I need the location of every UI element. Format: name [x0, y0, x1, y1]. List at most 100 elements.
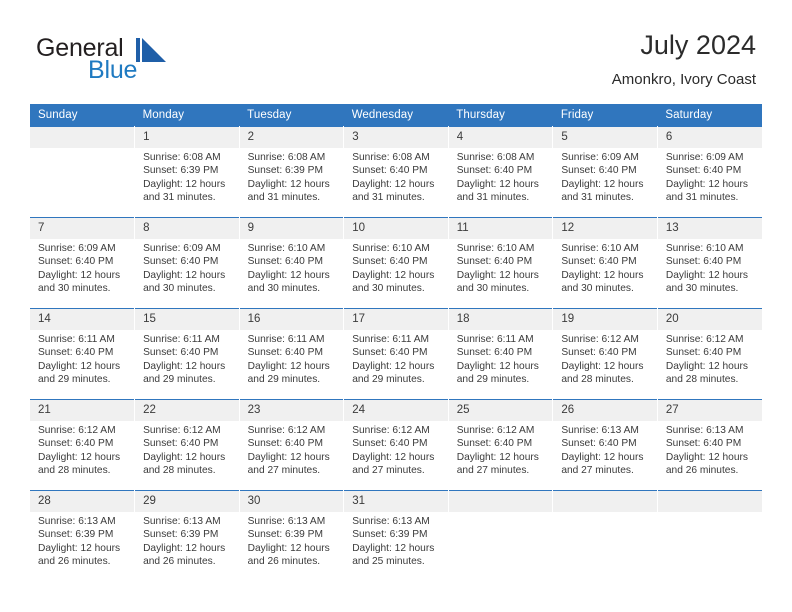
calendar-day-cell[interactable]: 3 Sunrise: 6:08 AM Sunset: 6:40 PM Daylight… [343, 126, 449, 218]
calendar-day-cell[interactable]: 16 Sunrise: 6:11 AM Sunset: 6:40 PM Dayligh… [239, 308, 345, 400]
day-details: Sunrise: 6:08 AM Sunset: 6:40 PM Daylight:… [449, 148, 553, 205]
sunset-text: Sunset: 6:39 PM [38, 529, 114, 541]
calendar-day-cell[interactable]: 23 Sunrise: 6:12 AM Sunset: 6:40 PM Dayligh… [239, 399, 345, 491]
sunrise-text: Sunrise: 6:10 AM [665, 243, 744, 254]
daylight-text-line1: Daylight: 12 hours [352, 178, 435, 190]
daylight-text-line2: and 30 minutes. [561, 283, 634, 295]
day-details: Sunrise: 6:13 AM Sunset: 6:39 PM Daylight:… [240, 512, 344, 569]
calendar-day-cell[interactable]: 30 Sunrise: 6:13 AM Sunset: 6:39 PM Dayligh… [239, 490, 345, 581]
day-details: Sunrise: 6:10 AM Sunset: 6:40 PM Daylight:… [553, 239, 657, 296]
day-number: 2 [239, 127, 344, 148]
calendar-day-cell[interactable]: 5 Sunrise: 6:09 AM Sunset: 6:40 PM Daylight… [552, 126, 658, 218]
general-blue-logo[interactable]: General Blue [36, 34, 216, 86]
daylight-text-line1: Daylight: 12 hours [143, 178, 226, 190]
daylight-text-line1: Daylight: 12 hours [352, 269, 435, 281]
day-number: 14 [30, 309, 135, 330]
day-number: 12 [553, 218, 657, 239]
calendar-day-cell[interactable]: 29 Sunrise: 6:13 AM Sunset: 6:39 PM Dayligh… [134, 490, 240, 581]
day-details: Sunrise: 6:09 AM Sunset: 6:40 PM Daylight:… [30, 239, 134, 296]
calendar-day-cell[interactable]: 8 Sunrise: 6:09 AM Sunset: 6:40 PM Daylight… [134, 217, 240, 309]
sunrise-text: Sunrise: 6:12 AM [247, 425, 326, 436]
sunrise-text: Sunrise: 6:10 AM [247, 243, 326, 254]
calendar-day-cell[interactable]: 26 Sunrise: 6:13 AM Sunset: 6:40 PM Dayligh… [552, 399, 658, 491]
calendar-day-cell[interactable]: 12 Sunrise: 6:10 AM Sunset: 6:40 PM Dayligh… [552, 217, 658, 309]
sunrise-text: Sunrise: 6:12 AM [38, 425, 116, 436]
calendar-day-cell[interactable]: 13 Sunrise: 6:10 AM Sunset: 6:40 PM Dayligh… [657, 217, 762, 309]
daylight-text-line2: and 30 minutes. [247, 283, 321, 295]
daylight-text-line2: and 28 minutes. [665, 374, 739, 386]
day-number: 10 [344, 218, 448, 239]
sunrise-text: Sunrise: 6:13 AM [561, 425, 639, 436]
daylight-text-line2: and 29 minutes. [456, 374, 530, 386]
daylight-text-line2: and 30 minutes. [456, 283, 530, 295]
daylight-text-line1: Daylight: 12 hours [38, 451, 121, 463]
calendar-day-cell[interactable]: 19 Sunrise: 6:12 AM Sunset: 6:40 PM Dayligh… [552, 308, 658, 400]
weekday-header-thursday: Thursday [448, 104, 553, 127]
daylight-text-line2: and 27 minutes. [561, 465, 634, 477]
calendar-day-cell[interactable]: 11 Sunrise: 6:10 AM Sunset: 6:40 PM Dayligh… [448, 217, 554, 309]
daylight-text-line1: Daylight: 12 hours [665, 451, 748, 463]
day-details: Sunrise: 6:12 AM Sunset: 6:40 PM Daylight:… [449, 421, 553, 478]
day-details: Sunrise: 6:12 AM Sunset: 6:40 PM Daylight:… [30, 421, 134, 478]
calendar-day-cell[interactable]: 27 Sunrise: 6:13 AM Sunset: 6:40 PM Dayligh… [657, 399, 762, 491]
daylight-text-line1: Daylight: 12 hours [38, 269, 121, 281]
calendar-day-cell[interactable]: 6 Sunrise: 6:09 AM Sunset: 6:40 PM Daylight… [657, 126, 762, 218]
daylight-text-line2: and 29 minutes. [352, 374, 425, 386]
calendar-day-cell[interactable]: 28 Sunrise: 6:13 AM Sunset: 6:39 PM Dayligh… [30, 490, 136, 581]
day-details: Sunrise: 6:12 AM Sunset: 6:40 PM Daylight:… [240, 421, 344, 478]
calendar-day-cell[interactable]: 1 Sunrise: 6:08 AM Sunset: 6:39 PM Daylight… [134, 126, 240, 218]
calendar-day-cell[interactable]: 2 Sunrise: 6:08 AM Sunset: 6:39 PM Daylight… [239, 126, 345, 218]
calendar-day-cell[interactable]: 25 Sunrise: 6:12 AM Sunset: 6:40 PM Dayligh… [448, 399, 554, 491]
sunset-text: Sunset: 6:40 PM [665, 165, 742, 177]
sunrise-text: Sunrise: 6:08 AM [456, 152, 535, 163]
sunrise-text: Sunrise: 6:09 AM [38, 243, 116, 254]
day-number: 1 [135, 127, 239, 148]
calendar-day-cell[interactable]: 17 Sunrise: 6:11 AM Sunset: 6:40 PM Dayligh… [343, 308, 449, 400]
weekday-header-saturday: Saturday [657, 104, 762, 127]
sunset-text: Sunset: 6:39 PM [247, 529, 323, 541]
calendar-week-row: 21 Sunrise: 6:12 AM Sunset: 6:40 PM Dayligh… [30, 399, 762, 491]
calendar-day-cell[interactable]: 21 Sunrise: 6:12 AM Sunset: 6:40 PM Dayligh… [30, 399, 136, 491]
sunrise-text: Sunrise: 6:13 AM [352, 516, 430, 527]
daylight-text-line1: Daylight: 12 hours [143, 269, 226, 281]
day-number: 5 [553, 127, 657, 148]
calendar-day-cell[interactable]: 31 Sunrise: 6:13 AM Sunset: 6:39 PM Dayligh… [343, 490, 449, 581]
daylight-text-line1: Daylight: 12 hours [247, 451, 330, 463]
day-number: 15 [135, 309, 239, 330]
day-number: 7 [30, 218, 135, 239]
day-number: 27 [657, 400, 762, 421]
weekday-header-monday: Monday [134, 104, 240, 127]
calendar-page: General Blue July 2024 Amonkro, Ivory Co… [0, 0, 792, 612]
day-details: Sunrise: 6:11 AM Sunset: 6:40 PM Daylight:… [449, 330, 553, 387]
day-details: Sunrise: 6:11 AM Sunset: 6:40 PM Daylight:… [240, 330, 344, 387]
calendar-day-cell[interactable]: 22 Sunrise: 6:12 AM Sunset: 6:40 PM Dayligh… [134, 399, 240, 491]
calendar-day-cell[interactable]: 14 Sunrise: 6:11 AM Sunset: 6:40 PM Dayligh… [30, 308, 136, 400]
calendar-day-cell[interactable]: 9 Sunrise: 6:10 AM Sunset: 6:40 PM Daylight… [239, 217, 345, 309]
sunset-text: Sunset: 6:40 PM [143, 438, 219, 450]
day-number: 11 [448, 218, 553, 239]
daylight-text-line1: Daylight: 12 hours [143, 360, 226, 372]
daylight-text-line2: and 29 minutes. [143, 374, 216, 386]
daylight-text-line2: and 27 minutes. [456, 465, 530, 477]
day-number: 3 [344, 127, 448, 148]
calendar-day-cell[interactable]: 20 Sunrise: 6:12 AM Sunset: 6:40 PM Dayligh… [657, 308, 762, 400]
sunset-text: Sunset: 6:40 PM [665, 256, 742, 268]
daylight-text-line2: and 31 minutes. [352, 192, 425, 204]
day-details: Sunrise: 6:13 AM Sunset: 6:39 PM Daylight:… [344, 512, 448, 569]
calendar-day-cell[interactable]: 15 Sunrise: 6:11 AM Sunset: 6:40 PM Dayligh… [134, 308, 240, 400]
calendar-day-cell[interactable]: 10 Sunrise: 6:10 AM Sunset: 6:40 PM Dayligh… [343, 217, 449, 309]
logo-text-blue: Blue [88, 56, 138, 84]
sunset-text: Sunset: 6:40 PM [665, 438, 742, 450]
calendar-day-cell[interactable]: 7 Sunrise: 6:09 AM Sunset: 6:40 PM Daylight… [30, 217, 136, 309]
day-number: 18 [448, 309, 553, 330]
sunset-text: Sunset: 6:40 PM [352, 256, 428, 268]
sunset-text: Sunset: 6:40 PM [38, 347, 114, 359]
sunrise-text: Sunrise: 6:11 AM [38, 334, 115, 345]
calendar-week-row: 1 Sunrise: 6:08 AM Sunset: 6:39 PM Daylight… [30, 126, 762, 218]
day-details: Sunrise: 6:13 AM Sunset: 6:39 PM Daylight:… [30, 512, 134, 569]
calendar-day-cell-empty [657, 490, 762, 581]
calendar-day-cell[interactable]: 18 Sunrise: 6:11 AM Sunset: 6:40 PM Dayligh… [448, 308, 554, 400]
day-details: Sunrise: 6:13 AM Sunset: 6:40 PM Daylight:… [658, 421, 762, 478]
calendar-day-cell[interactable]: 24 Sunrise: 6:12 AM Sunset: 6:40 PM Dayligh… [343, 399, 449, 491]
calendar-day-cell[interactable]: 4 Sunrise: 6:08 AM Sunset: 6:40 PM Daylight… [448, 126, 554, 218]
